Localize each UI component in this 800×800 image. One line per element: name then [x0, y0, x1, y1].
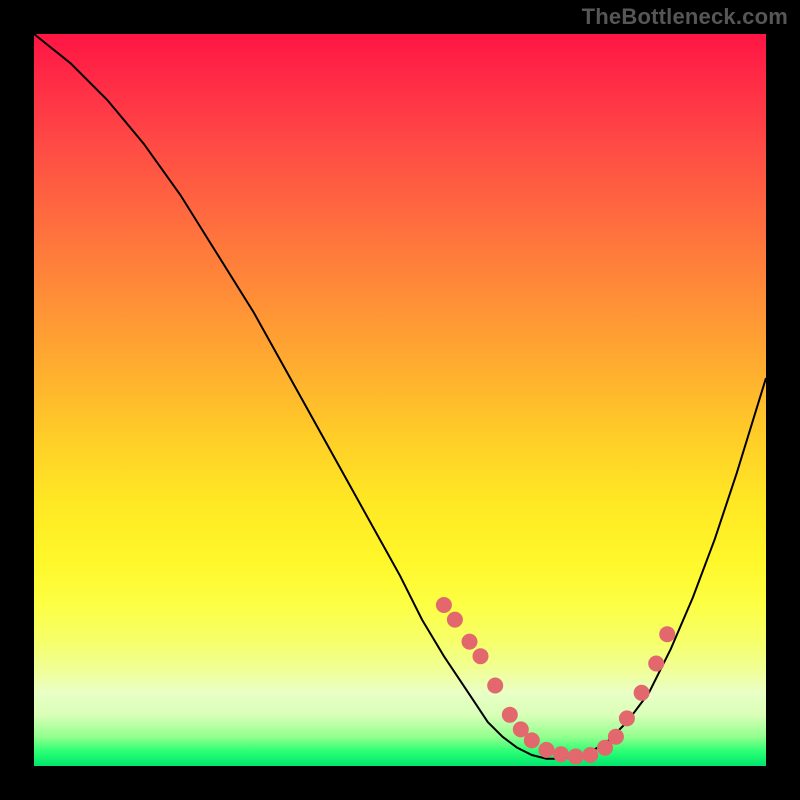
curve-marker — [524, 732, 540, 748]
curve-marker — [648, 656, 664, 672]
curve-marker — [538, 742, 554, 758]
curve-marker — [582, 747, 598, 763]
bottleneck-curve — [34, 34, 766, 759]
curve-marker — [487, 678, 503, 694]
marker-group — [436, 597, 675, 765]
curve-marker — [502, 707, 518, 723]
attribution-label: TheBottleneck.com — [582, 4, 788, 30]
plot-area — [34, 34, 766, 766]
curve-marker — [608, 729, 624, 745]
curve-marker — [659, 626, 675, 642]
curve-marker — [436, 597, 452, 613]
curve-marker — [619, 710, 635, 726]
curve-marker — [473, 648, 489, 664]
curve-marker — [447, 612, 463, 628]
curve-marker — [462, 634, 478, 650]
chart-frame: TheBottleneck.com — [0, 0, 800, 800]
curve-marker — [568, 749, 584, 765]
curve-marker — [553, 746, 569, 762]
curve-svg — [34, 34, 766, 766]
curve-marker — [634, 685, 650, 701]
